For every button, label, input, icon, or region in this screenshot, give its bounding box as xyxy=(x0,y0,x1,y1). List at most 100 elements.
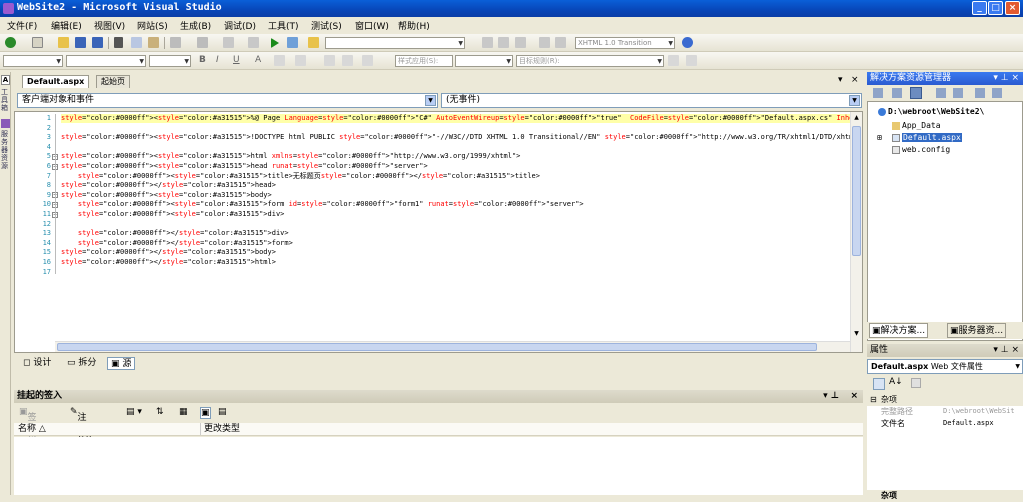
expand-icon[interactable]: ⊞ xyxy=(877,133,882,142)
events-dropdown[interactable]: (无事件) ▼ xyxy=(441,93,862,108)
menu-website[interactable]: 网站(S) xyxy=(137,19,168,32)
horizontal-scrollbar[interactable] xyxy=(55,341,850,352)
italic-icon[interactable]: I xyxy=(216,55,227,66)
menu-test[interactable]: 测试(S) xyxy=(311,19,342,32)
view-designer-icon[interactable] xyxy=(953,88,963,98)
new-project-icon[interactable] xyxy=(5,37,16,48)
nest-files-icon[interactable] xyxy=(910,87,922,99)
menu-debug[interactable]: 调试(D) xyxy=(224,19,256,32)
block-format-combo[interactable]: ▼ xyxy=(3,55,63,67)
target-rule-combo[interactable]: 目标规则(R): ▼ xyxy=(516,55,664,67)
menu-tools[interactable]: 工具(T) xyxy=(268,19,299,32)
underline-icon[interactable]: U xyxy=(233,55,244,66)
comment-button[interactable]: ✎注释(M) xyxy=(70,407,92,446)
redo-icon[interactable] xyxy=(197,37,208,48)
navigate-backward-icon[interactable] xyxy=(223,37,234,48)
tab-default-aspx[interactable]: Default.aspx xyxy=(22,75,90,88)
server-explorer-tab[interactable]: 服务器资源 xyxy=(1,130,10,170)
menu-file[interactable]: 文件(F) xyxy=(7,19,37,32)
save-all-icon[interactable] xyxy=(92,37,103,48)
asp-config-icon[interactable] xyxy=(992,88,1002,98)
undo-icon[interactable] xyxy=(170,37,181,48)
change-type-column-header[interactable]: 更改类型 xyxy=(204,423,240,435)
toolbox-tab[interactable]: 工具箱 xyxy=(1,88,10,112)
font-color-icon[interactable]: A xyxy=(255,55,266,66)
copy-website-icon[interactable] xyxy=(975,88,985,98)
close-properties-icon[interactable]: ▾ ⊥ × xyxy=(993,344,1019,356)
format-icon[interactable] xyxy=(482,37,493,48)
cut-icon[interactable] xyxy=(114,37,123,48)
properties-icon[interactable] xyxy=(873,88,883,98)
design-view-tab[interactable]: ◻ 设计 xyxy=(20,357,54,370)
vertical-scroll-thumb[interactable] xyxy=(852,126,861,256)
maximize-button[interactable]: □ xyxy=(988,1,1003,15)
align-icon[interactable] xyxy=(295,55,306,66)
vertical-scrollbar[interactable]: ▲ ▼ xyxy=(850,112,862,352)
minimize-button[interactable]: _ xyxy=(972,1,987,15)
property-category[interactable]: ⊟ 杂项 xyxy=(867,394,1023,406)
property-pages-icon[interactable] xyxy=(911,378,921,388)
find-in-files-icon[interactable] xyxy=(287,37,298,48)
style-application-combo[interactable]: 样式应用(S): xyxy=(395,55,453,67)
tab-list-arrow-icon[interactable]: ▾ xyxy=(838,75,843,85)
paste-icon[interactable] xyxy=(148,37,159,48)
pin-icon[interactable]: ▾ ⊥ xyxy=(823,390,839,402)
indent-icon[interactable] xyxy=(498,37,509,48)
tree-item-web-config[interactable]: web.config xyxy=(892,145,950,154)
numbered-list-icon[interactable] xyxy=(324,55,335,66)
add-item-icon[interactable] xyxy=(32,37,43,48)
save-icon[interactable] xyxy=(75,37,86,48)
split-view-tab[interactable]: ▭ 拆分 xyxy=(64,357,99,370)
new-style-icon[interactable] xyxy=(668,55,679,66)
close-solution-explorer-icon[interactable]: ▾ ⊥ × xyxy=(993,72,1019,84)
alphabetical-icon[interactable]: A↓ xyxy=(889,377,903,387)
scroll-down-icon[interactable]: ▼ xyxy=(852,330,861,338)
tree-view-icon[interactable]: ▣ xyxy=(200,407,211,419)
insert-table-icon[interactable] xyxy=(362,55,373,66)
sort-icon[interactable]: ⇅ xyxy=(156,407,164,417)
check-accessibility-icon[interactable] xyxy=(682,37,693,48)
tree-root-website[interactable]: D:\webroot\WebSite2\ xyxy=(878,107,984,116)
close-button[interactable]: × xyxy=(1005,1,1020,15)
bold-icon[interactable]: B xyxy=(199,55,210,66)
style-combo[interactable]: ▼ xyxy=(455,55,513,67)
toolbox-icon[interactable]: A xyxy=(1,75,10,85)
checkin-button[interactable]: ▣ 签入(I) xyxy=(19,407,37,446)
source-view-tab[interactable]: ▣ 源 xyxy=(107,357,136,370)
font-name-combo[interactable]: ▼ xyxy=(66,55,146,67)
server-explorer-icon[interactable] xyxy=(1,119,10,128)
menu-view[interactable]: 视图(V) xyxy=(94,19,125,32)
client-objects-dropdown[interactable]: 客户端对象和事件 ▼ xyxy=(17,93,438,108)
highlight-icon[interactable] xyxy=(274,55,285,66)
menu-edit[interactable]: 编辑(E) xyxy=(51,19,82,32)
refresh-icon[interactable] xyxy=(892,88,902,98)
scroll-up-icon[interactable]: ▲ xyxy=(852,114,861,122)
flat-view-icon[interactable]: ▦ xyxy=(179,407,188,417)
doctype-schema-combo[interactable]: XHTML 1.0 Transition ▼ xyxy=(575,37,675,49)
solution-config-icon[interactable] xyxy=(308,37,319,48)
code-area[interactable]: 12345−6−789−10−11−121314151617 style="co… xyxy=(14,111,863,353)
menu-window[interactable]: 窗口(W) xyxy=(355,19,389,32)
menu-build[interactable]: 生成(B) xyxy=(180,19,211,32)
bullet-list-icon[interactable] xyxy=(342,55,353,66)
tree-item-app-data[interactable]: App_Data xyxy=(892,121,941,130)
tab-start-page[interactable]: 起始页 xyxy=(96,75,130,88)
details-icon[interactable]: ▤ xyxy=(218,407,227,417)
navigate-forward-icon[interactable] xyxy=(248,37,259,48)
properties-object-selector[interactable]: Default.aspx Web 文件属性 ▼ xyxy=(867,359,1023,374)
open-folder-icon[interactable] xyxy=(58,37,69,48)
tab-solution-explorer[interactable]: ▣解决方案... xyxy=(869,323,929,338)
start-debugging-icon[interactable] xyxy=(271,38,279,48)
tree-item-default-aspx[interactable]: Default.aspx xyxy=(892,133,962,142)
categorized-icon[interactable] xyxy=(873,378,885,390)
view-options-icon[interactable]: ▤ ▾ xyxy=(126,407,142,417)
property-row-file-name[interactable]: 文件名 Default.aspx xyxy=(867,418,1023,430)
attach-style-icon[interactable] xyxy=(686,55,697,66)
menu-help[interactable]: 帮助(H) xyxy=(398,19,430,32)
property-row-full-path[interactable]: 完整路径 D:\webroot\WebSit xyxy=(867,406,1023,418)
tab-server-explorer[interactable]: ▣服务器资... xyxy=(947,323,1007,338)
name-column-header[interactable]: 名称 △ xyxy=(18,423,46,435)
search-combo[interactable]: ▼ xyxy=(325,37,465,49)
outdent-icon[interactable] xyxy=(515,37,526,48)
horizontal-scroll-thumb[interactable] xyxy=(57,343,817,351)
